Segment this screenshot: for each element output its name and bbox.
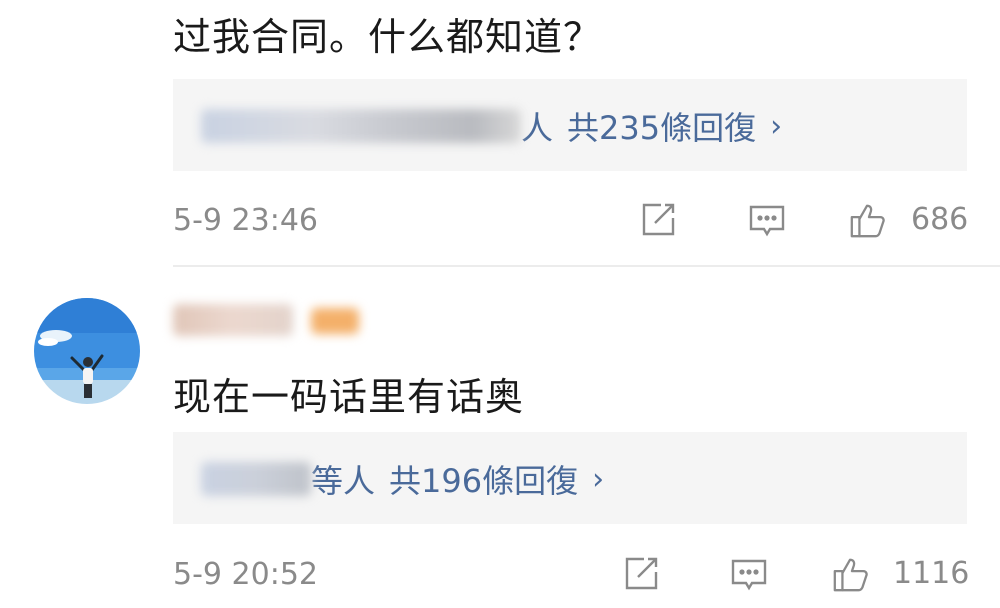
comment-text: 过我合同。什么都知道？ [173,15,603,59]
share-icon[interactable] [621,554,661,594]
divider [173,265,1000,267]
blurred-reply-names [201,462,311,496]
blurred-username[interactable] [173,300,363,340]
avatar[interactable] [34,298,140,404]
reply-preview[interactable]: 等人 共196條回復 › [173,432,967,524]
like-count: 1116 [893,556,970,591]
comment-icon[interactable] [747,200,787,240]
timestamp: 5-9 20:52 [173,556,318,592]
reply-names-suffix: 人 [521,109,554,147]
like-count: 686 [911,202,969,237]
comment-meta: 5-9 23:46 686 [173,198,969,242]
reply-count-link[interactable]: 共196條回復 [389,456,578,502]
thumbs-up-icon[interactable] [848,200,888,240]
timestamp: 5-9 23:46 [173,202,318,238]
comment-icon[interactable] [729,554,769,594]
chevron-right-icon: › [592,461,605,497]
blurred-reply-names [201,109,521,143]
reply-preview[interactable]: 人 共235條回復 › [173,79,967,171]
reply-count-link[interactable]: 共235條回復 [567,103,756,149]
thumbs-up-icon[interactable] [831,554,871,594]
share-icon[interactable] [638,200,678,240]
comment-meta: 5-9 20:52 1116 [173,552,970,596]
comment-text: 现在一码话里有话奥 [173,375,525,419]
chevron-right-icon: › [770,108,783,144]
reply-names-suffix: 等人 [311,462,376,500]
